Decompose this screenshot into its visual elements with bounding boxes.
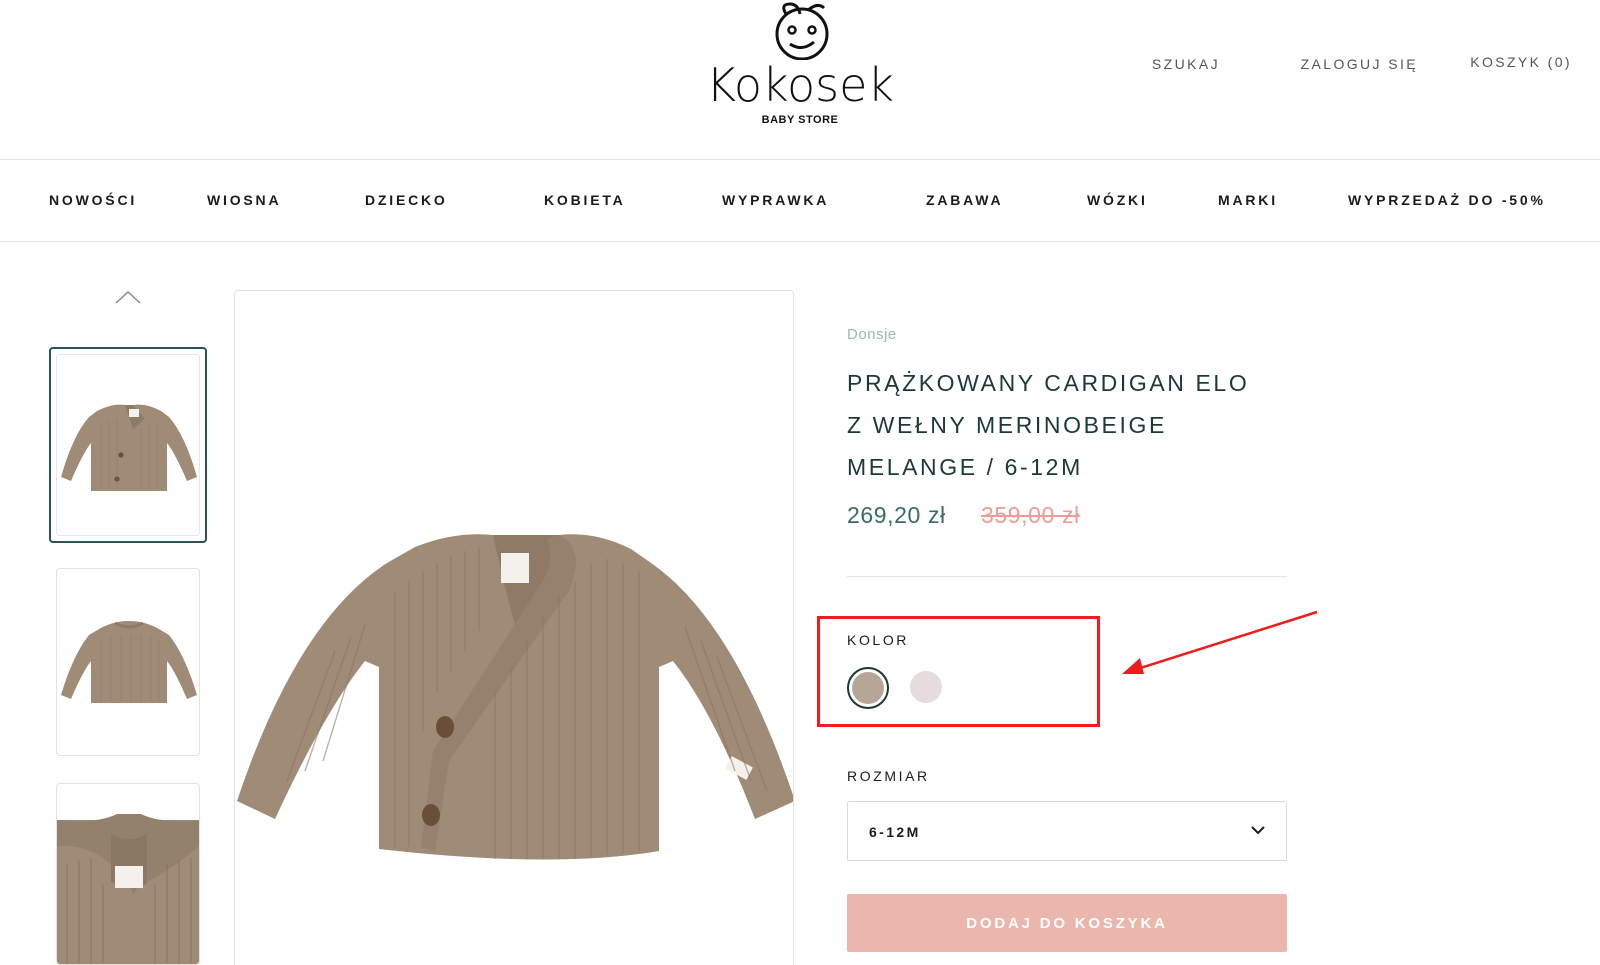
site-header: Kokosek BABY STORE SZUKAJ ZALOGUJ SIĘ KO… (0, 0, 1600, 160)
divider (847, 576, 1287, 577)
cardigan-front-image (61, 404, 197, 491)
login-link[interactable]: ZALOGUJ SIĘ (1301, 56, 1418, 72)
sale-price: 269,20 zł (847, 502, 946, 528)
size-select[interactable]: 6-12M (847, 801, 1287, 861)
logo-subtitle: BABY STORE (761, 114, 839, 126)
main-nav: NOWOŚCI WIOSNA DZIECKO KOBIETA WYPRAWKA … (0, 161, 1600, 242)
size-select-value: 6-12M (869, 824, 921, 840)
logo-wordmark: Kokosek (705, 58, 895, 112)
nav-item-wyprawka[interactable]: WYPRAWKA (722, 192, 829, 208)
nav-item-dziecko[interactable]: DZIECKO (365, 192, 448, 208)
nav-item-kobieta[interactable]: KOBIETA (544, 192, 626, 208)
thumbnail-back[interactable] (56, 568, 200, 756)
product-title-line: Z WEŁNY MERINOBEIGE (847, 412, 1167, 438)
chevron-up-icon[interactable] (115, 290, 141, 304)
logo-face-icon (775, 2, 829, 60)
thumbnail-detail[interactable] (56, 783, 200, 965)
cardigan-detail-image (57, 814, 199, 964)
cardigan-back-image (61, 621, 197, 703)
nav-item-wyprzedaz[interactable]: WYPRZEDAŻ DO -50% (1348, 192, 1546, 208)
nav-item-marki[interactable]: MARKI (1218, 192, 1278, 208)
annotation-highlight-box (817, 616, 1100, 727)
annotation-arrow-icon (1122, 610, 1318, 674)
nav-item-nowosci[interactable]: NOWOŚCI (49, 192, 137, 208)
thumbnail-front[interactable] (49, 347, 207, 543)
size-label: ROZMIAR (847, 768, 930, 784)
main-product-image[interactable] (234, 290, 794, 965)
cart-link[interactable]: KOSZYK (0) (1470, 54, 1572, 70)
product-title-line: MELANGE / 6-12M (847, 454, 1083, 480)
add-to-cart-button[interactable]: DODAJ DO KOSZYKA (847, 894, 1287, 952)
compare-at-price: 359,00 zł (981, 502, 1080, 528)
nav-item-wozki[interactable]: WÓZKI (1087, 192, 1148, 208)
search-link[interactable]: SZUKAJ (1152, 56, 1220, 72)
product-title-line: PRĄŻKOWANY CARDIGAN ELO (847, 370, 1250, 396)
product-brand[interactable]: Donsje (847, 326, 897, 343)
store-logo[interactable]: Kokosek BABY STORE (700, 0, 900, 132)
chevron-down-icon (1251, 826, 1265, 835)
cardigan-main-image (237, 534, 793, 860)
product-title: PRĄŻKOWANY CARDIGAN ELO Z WEŁNY MERINOBE… (847, 362, 1297, 488)
nav-item-wiosna[interactable]: WIOSNA (207, 192, 281, 208)
nav-item-zabawa[interactable]: ZABAWA (926, 192, 1003, 208)
